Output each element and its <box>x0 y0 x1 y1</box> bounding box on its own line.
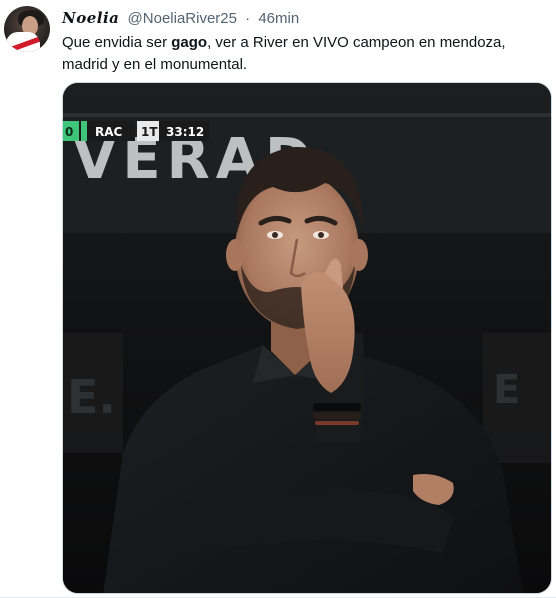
tweet-photo[interactable]: VERAD E. E 0 RAC 1T 33:12 <box>62 82 552 594</box>
photo-image: VERAD E. E 0 RAC 1T 33:12 <box>63 83 551 593</box>
tweet-text-start: Que envidia ser <box>62 34 172 51</box>
scoreboard-period: 1T <box>141 125 158 139</box>
author-handle[interactable]: @NoeliaRiver25 <box>128 10 237 27</box>
tweet-timestamp[interactable]: 46min <box>258 10 299 27</box>
svg-text:E.: E. <box>67 370 116 424</box>
author-name[interactable]: Noelia <box>62 9 119 27</box>
tweet-text: Que envidia ser gago, ver a River en VIV… <box>62 32 552 76</box>
tweet-text-bold: gago <box>171 34 208 51</box>
tweet-header: Noelia @NoeliaRiver25 · 46min <box>62 8 299 29</box>
scoreboard-left-score: 0 <box>65 125 73 139</box>
separator-dot: · <box>245 10 251 27</box>
scoreboard-clock: 33:12 <box>166 125 204 139</box>
avatar-shirt <box>6 32 40 52</box>
author-avatar[interactable] <box>4 6 50 52</box>
svg-text:E: E <box>493 367 520 413</box>
scoreboard-team: RAC <box>95 125 123 139</box>
scoreboard-team-stripe <box>81 121 87 141</box>
tweet[interactable]: Noelia @NoeliaRiver25 · 46min Que envidi… <box>0 0 556 598</box>
